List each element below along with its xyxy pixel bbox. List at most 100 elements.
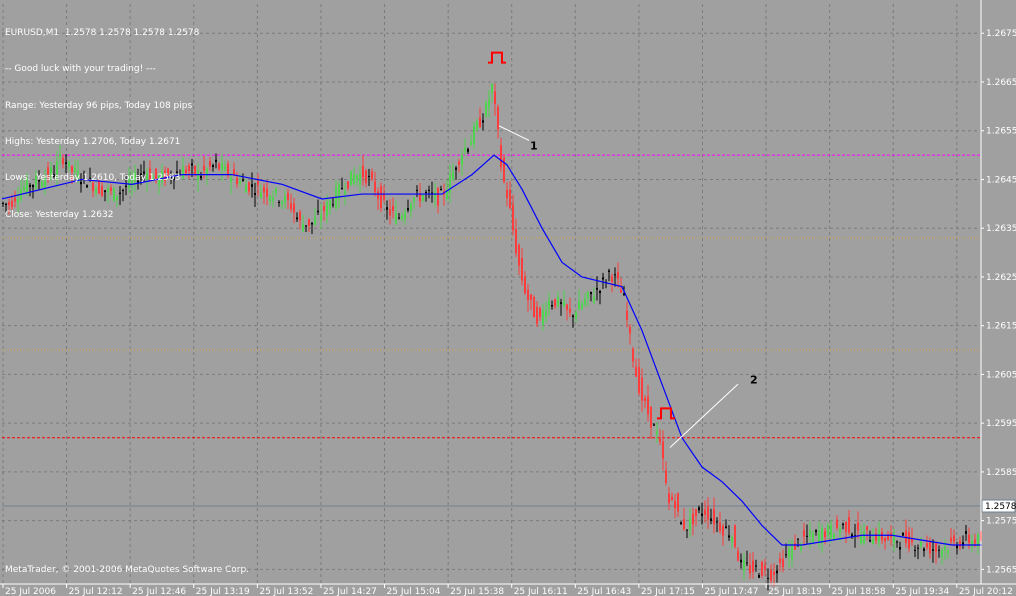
candle-body [248,182,250,192]
candle-body [791,543,793,560]
candle-body [326,201,328,217]
candle-body [362,165,364,178]
candle-body [308,218,310,226]
candle-body [278,201,280,203]
candle-body [464,147,466,152]
candle-body [377,191,379,199]
candle-body [740,559,742,563]
candle-body [707,506,709,520]
candle-body [341,187,343,189]
candle-body [203,165,205,171]
candle-body [893,533,895,543]
candle-body [476,121,478,130]
candle-body [494,91,496,104]
candle-body [284,195,286,203]
candle-body [674,501,676,509]
candle-body [353,174,355,184]
candle-body [731,536,733,543]
candle-body [422,194,424,201]
candle-body [221,163,223,170]
candle-body [956,545,958,549]
candle-body [677,493,679,512]
candle-body [767,577,769,579]
candle-body [701,513,703,516]
candle-body [425,192,427,194]
candle-body [917,547,919,549]
candle-body [698,507,700,511]
candle-body [548,300,550,310]
candle-body [587,291,589,299]
candle-body [395,212,397,224]
candle-body [485,102,487,117]
candle-body [410,203,412,211]
candle-body [539,307,541,318]
candle-body [236,177,238,185]
symbol-line: EURUSD,M1 1.2578 1.2578 1.2578 1.2578 [5,28,200,39]
candle-body [803,530,805,537]
candle-body [305,225,307,227]
candle-body [269,196,271,201]
candle-body [728,535,730,538]
copyright-text: MetaTrader, © 2001-2006 MetaQuotes Softw… [5,565,250,575]
current-price-label: 1.2578 [985,502,1016,512]
candle-body [722,525,724,536]
candle-body [506,189,508,198]
time-tick-label: 25 Jul 14:27 [323,587,377,596]
candle-body [641,377,643,401]
candle-body [467,148,469,152]
candle-body [737,551,739,561]
candle-body [359,173,361,184]
candle-body [542,310,544,325]
candle-body [929,541,931,554]
candle-body [758,575,760,578]
candle-body [941,549,943,557]
candle-body [239,180,241,185]
candle-body [509,189,511,209]
time-tick-label: 25 Jul 15:38 [450,587,504,596]
candle-body [566,304,568,310]
candle-body [575,312,577,319]
candle-body [869,540,871,542]
candle-body [881,532,883,541]
candle-body [620,289,622,293]
candle-body [809,530,811,537]
time-tick-label: 25 Jul 17:47 [704,587,758,596]
info-line-range: Range: Yesterday 96 pips, Today 108 pips [5,100,193,111]
candle-body [245,184,247,193]
candle-body [563,301,565,306]
candle-body [617,272,619,279]
candle-body [260,192,262,198]
price-tick-label: 1.2655 [986,127,1016,137]
candle-body [452,171,454,181]
candle-body [824,531,826,538]
time-tick-label: 25 Jul 16:43 [577,587,631,596]
candle-body [365,170,367,184]
candle-body [296,217,298,220]
candle-body [461,154,463,165]
time-tick-label: 25 Jul 13:52 [259,587,313,596]
candle-body [971,541,973,548]
candle-body [836,519,838,528]
candle-body [761,561,763,576]
candle-body [374,181,376,193]
candle-body [512,204,514,231]
candle-body [671,496,673,501]
candle-body [662,441,664,459]
candle-body [455,167,457,170]
candle-body [695,509,697,516]
candle-body [680,522,682,525]
candle-body [290,203,292,210]
candle-body [317,210,319,213]
candle-body [275,188,277,193]
candle-body [815,530,817,533]
candle-body [560,302,562,304]
candle-body [302,224,304,232]
candle-body [386,207,388,210]
candle-body [860,535,862,544]
candle-body [206,168,208,177]
candle-body [371,171,373,180]
candle-body [686,529,688,531]
candle-body [536,306,538,324]
candle-body [416,190,418,192]
candle-body [350,171,352,186]
